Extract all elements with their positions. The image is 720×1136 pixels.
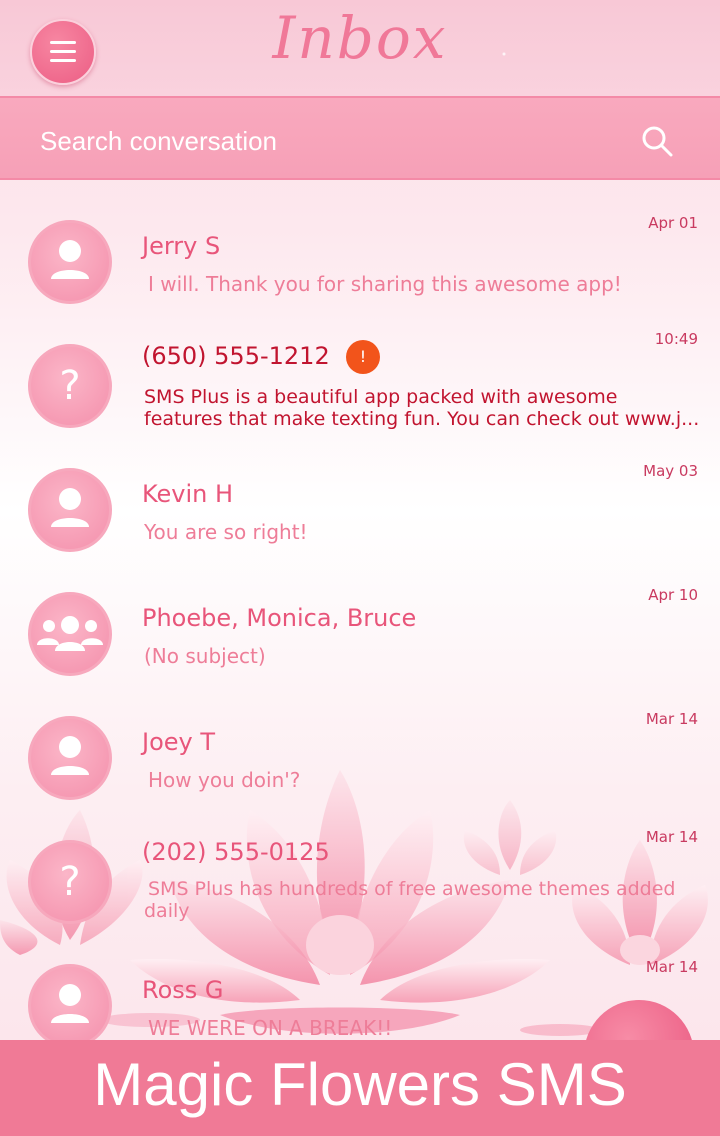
conversation-row[interactable]: ? (650) 555-1212 ! SMS Plus is a beautif… (0, 304, 720, 430)
message-snippet-line1: SMS Plus is a beautiful app packed with … (144, 386, 618, 408)
contact-name: (650) 555-1212 (142, 342, 330, 370)
svg-text:?: ? (59, 859, 80, 905)
promo-banner: Magic Flowers SMS (0, 1040, 720, 1136)
message-snippet: You are so right! (144, 520, 308, 544)
message-date: Mar 14 (645, 958, 698, 976)
message-snippet-line2: features that make texting fun. You can … (144, 408, 700, 430)
message-date: Apr 01 (648, 214, 698, 232)
avatar (28, 964, 112, 1048)
group-icon (37, 616, 103, 651)
conversation-row[interactable]: Jerry S I will. Thank you for sharing th… (0, 180, 720, 304)
message-snippet: (No subject) (144, 644, 266, 668)
message-snippet: WE WERE ON A BREAK!! (148, 1016, 393, 1040)
contact-name: Phoebe, Monica, Bruce (142, 604, 417, 632)
person-icon (51, 240, 89, 279)
avatar (28, 468, 112, 552)
search-bar (0, 96, 720, 180)
question-mark-icon: ? (59, 859, 80, 905)
conversation-row[interactable]: ? (202) 555-0125 SMS Plus has hundreds o… (0, 800, 720, 924)
avatar (28, 592, 112, 676)
contact-name: Joey T (142, 728, 216, 756)
message-date: Mar 14 (645, 828, 698, 846)
contact-name: Ross G (142, 976, 224, 1004)
search-icon[interactable] (640, 124, 674, 158)
message-date: May 03 (643, 462, 698, 480)
conversation-row[interactable]: Kevin H You are so right! May 03 (0, 428, 720, 552)
search-input[interactable] (38, 122, 602, 160)
message-date: 10:49 (654, 330, 698, 348)
avatar (28, 716, 112, 800)
question-mark-icon: ? (59, 363, 80, 409)
avatar: ? (28, 344, 112, 428)
conversation-row[interactable]: Phoebe, Monica, Bruce (No subject) Apr 1… (0, 552, 720, 676)
message-date: Apr 10 (648, 586, 698, 604)
top-bar: Inbox (0, 0, 720, 96)
person-icon (51, 984, 89, 1023)
unread-badge: ! (346, 340, 380, 374)
svg-text:?: ? (59, 363, 80, 409)
page-title: Inbox (272, 4, 448, 72)
contact-name: Jerry S (142, 232, 221, 260)
avatar (28, 220, 112, 304)
message-snippet-line1: SMS Plus has hundreds of free awesome th… (148, 878, 676, 900)
message-snippet: I will. Thank you for sharing this aweso… (148, 272, 622, 296)
contact-name: Kevin H (142, 480, 234, 508)
message-snippet-line2: daily (144, 900, 190, 922)
avatar: ? (28, 840, 112, 924)
message-date: Mar 14 (645, 710, 698, 728)
banner-title: Magic Flowers SMS (93, 1051, 627, 1118)
conversation-row[interactable]: Joey T How you doin'? Mar 14 (0, 676, 720, 800)
person-icon (51, 736, 89, 775)
contact-name: (202) 555-0125 (142, 838, 330, 866)
person-icon (51, 488, 89, 527)
message-snippet: How you doin'? (148, 768, 301, 792)
